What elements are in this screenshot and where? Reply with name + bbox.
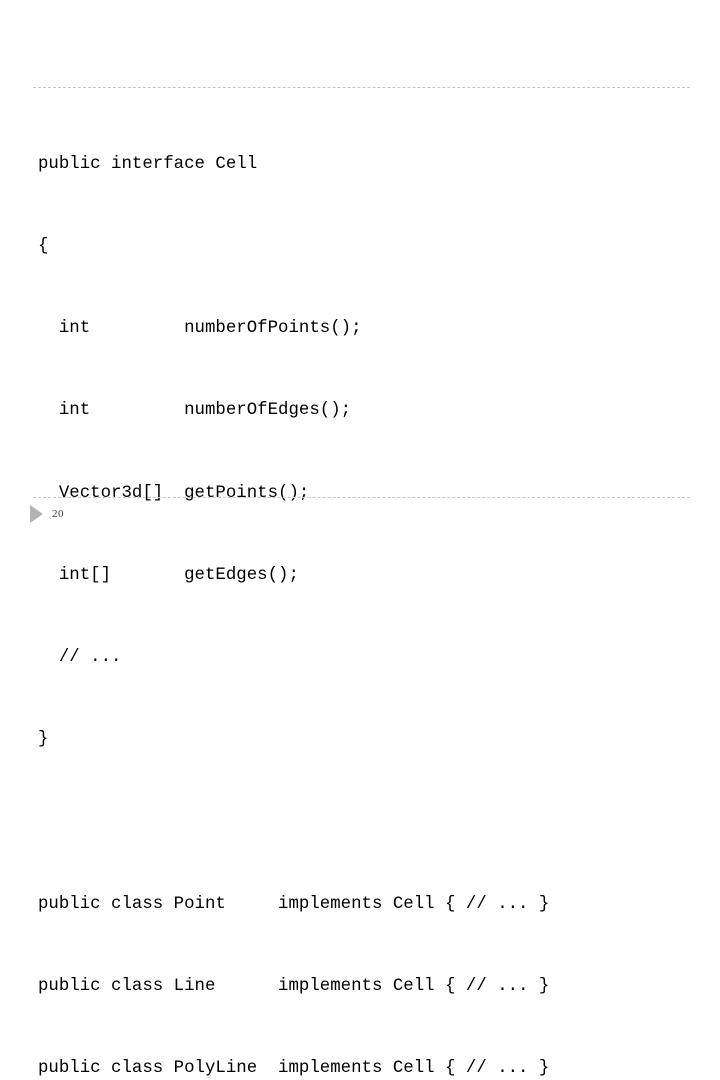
- code-line: int numberOfEdges();: [38, 401, 352, 421]
- code-line: public class Line implements Cell { // .…: [38, 976, 550, 996]
- slide-number: 20: [52, 507, 64, 520]
- code-line: // ...: [38, 648, 122, 668]
- code-block: public interface Cell { int numberOfPoin…: [38, 96, 549, 1080]
- slide-footer: 20: [30, 503, 64, 525]
- code-line: int[] getEdges();: [38, 565, 299, 585]
- bottom-divider-rule: [33, 497, 690, 498]
- code-line: public class PolyLine implements Cell { …: [38, 1059, 550, 1079]
- code-line: }: [38, 730, 49, 750]
- code-line: int numberOfPoints();: [38, 319, 362, 339]
- code-line: {: [38, 237, 49, 257]
- top-divider-rule: [33, 87, 690, 88]
- code-line: public interface Cell: [38, 154, 258, 174]
- code-line: public class Point implements Cell { // …: [38, 894, 550, 914]
- play-triangle-icon[interactable]: [30, 505, 43, 523]
- code-line: Vector3d[] getPoints();: [38, 483, 310, 503]
- slide-canvas: public interface Cell { int numberOfPoin…: [0, 0, 720, 1078]
